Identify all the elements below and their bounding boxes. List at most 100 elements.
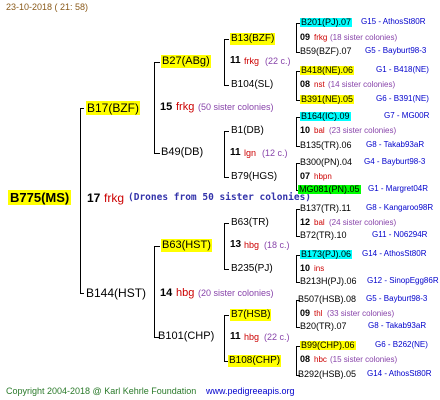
connector-gen4: [296, 163, 297, 190]
gen3-id[interactable]: B1(DB): [231, 126, 264, 136]
gen1-breed: hbg: [176, 287, 195, 299]
gen2-id[interactable]: B101(CHP): [158, 331, 214, 342]
gen3-id[interactable]: B235(PJ): [231, 264, 273, 274]
connector-gen4: [296, 255, 297, 282]
connector-gen3: [224, 131, 225, 178]
gen2-breed: lgn: [244, 148, 257, 158]
gen4-pair-num: 08: [300, 354, 311, 364]
gen2-id[interactable]: B63(HST): [161, 239, 212, 252]
connector-gen2: [154, 62, 155, 154]
gen4-id[interactable]: B507(HSB).08: [298, 295, 356, 304]
gen4-ref[interactable]: G5 - Bayburt98-3: [366, 295, 427, 303]
gen2-id[interactable]: B27(ABg): [161, 55, 211, 68]
gen4-ref[interactable]: G6 - B391(NE): [376, 95, 429, 103]
gen4-pair-breed: nst: [314, 80, 325, 89]
gen3-id[interactable]: B108(CHP): [228, 355, 282, 367]
connector-gen3: [224, 315, 229, 316]
connector-gen4: [296, 346, 297, 375]
gen4-id[interactable]: B213H(PJ).06: [300, 277, 357, 286]
gen4-id[interactable]: B164(IC).09: [300, 112, 351, 121]
gen4-pair-num: 07: [300, 171, 311, 181]
gen4-ref[interactable]: G8 - Takab93aR: [366, 141, 424, 149]
root-breed: frkg: [104, 191, 125, 205]
connector-gen1: [80, 108, 81, 294]
pedigree-diagram: 23-10-2018 ( 21: 58) Copyright 2004-2018…: [0, 0, 440, 400]
gen3-id[interactable]: B63(TR): [231, 218, 269, 228]
gen4-id[interactable]: B173(PJ).06: [300, 250, 353, 259]
gen4-pair-breed: hbc: [314, 355, 327, 364]
gen4-id[interactable]: B292(HSB).05: [298, 370, 356, 379]
connector-gen4: [296, 71, 297, 100]
gen4-ref[interactable]: G14 - AthosSt80R: [367, 370, 431, 378]
gen4-pair-note: (14 sister colonies): [328, 80, 396, 89]
gen4-ref[interactable]: G12 - SinopEgg86R: [367, 277, 439, 285]
site-link[interactable]: www.pedigreeapis.org: [206, 387, 295, 396]
gen4-pair-num: 09: [300, 308, 311, 318]
gen4-id[interactable]: B72(TR).10: [300, 231, 347, 240]
connector-gen3: [224, 177, 229, 178]
gen4-ref[interactable]: G1 - Margret04R: [368, 185, 428, 193]
connector-gen1: [80, 108, 84, 109]
gen4-id[interactable]: B391(NE).05: [300, 95, 355, 104]
connector-gen3: [224, 39, 229, 40]
report-date: 23-10-2018 ( 21: 58): [6, 2, 89, 12]
gen3-id[interactable]: B13(BZF): [230, 33, 276, 45]
connector-gen3: [224, 269, 229, 270]
gen2-note: (22 c.): [264, 332, 290, 342]
gen4-pair-num: 10: [300, 263, 311, 273]
gen4-id[interactable]: B137(TR).11: [300, 204, 351, 213]
gen4-id[interactable]: B201(PJ).07: [300, 18, 353, 27]
gen2-num: 11: [230, 331, 241, 342]
gen4-pair-note: (24 sister colonies): [329, 218, 397, 227]
gen4-id[interactable]: B20(TR).07: [300, 322, 347, 331]
gen4-ref[interactable]: G1 - B418(NE): [376, 66, 429, 74]
gen4-id[interactable]: B300(PN).04: [300, 158, 352, 167]
gen4-pair-note: (15 sister colonies): [330, 355, 398, 364]
gen4-pair-num: 10: [300, 125, 311, 135]
gen2-note: (18 c.): [264, 240, 290, 250]
gen4-pair-breed: thl: [314, 309, 323, 318]
connector-gen4: [296, 23, 297, 52]
gen4-pair-breed: bal: [314, 218, 325, 227]
gen4-ref[interactable]: G14 - AthosSt80R: [362, 250, 426, 258]
gen4-id[interactable]: B418(NE).06: [300, 66, 355, 75]
gen4-ref[interactable]: G6 - B262(NE): [375, 341, 428, 349]
gen4-id[interactable]: B99(CHP).06: [300, 341, 356, 350]
root-queen-id[interactable]: B775(MS): [8, 190, 72, 205]
gen2-num: 11: [230, 147, 241, 158]
connector-gen4: [296, 300, 297, 327]
gen3-id[interactable]: B104(SL): [231, 80, 273, 90]
gen4-ref[interactable]: G11 - N06294R: [372, 231, 427, 239]
gen1-note: (50 sister colonies): [198, 102, 274, 112]
gen4-id[interactable]: B135(TR).06: [300, 141, 352, 150]
connector-gen2: [154, 246, 155, 338]
gen4-ref[interactable]: G8 - Takab93aR: [368, 322, 426, 330]
gen4-pair-breed: hbpn: [314, 172, 332, 181]
connector-gen4: [296, 117, 297, 146]
gen2-id[interactable]: B49(DB): [161, 147, 203, 158]
gen1-breed: frkg: [176, 101, 195, 113]
root-note: (Drones from 50 sister colonies): [128, 192, 312, 203]
gen4-ref[interactable]: G4 - Bayburt98-3: [364, 158, 425, 166]
gen2-note: (22 c.): [265, 56, 291, 66]
gen4-ref[interactable]: G15 - AthosSt80R: [361, 18, 425, 26]
gen1-num: 15: [160, 101, 173, 113]
gen3-id[interactable]: B79(HGS): [231, 172, 277, 182]
connector-gen4: [296, 209, 297, 236]
gen4-pair-breed: ins: [314, 264, 325, 273]
gen4-id[interactable]: B59(BZF).07: [300, 47, 352, 56]
gen4-pair-num: 08: [300, 79, 311, 89]
gen4-id[interactable]: MG081(PN).05: [298, 185, 361, 194]
gen4-pair-note: (33 sister colonies): [327, 309, 395, 318]
gen4-ref[interactable]: G5 - Bayburt98-3: [365, 47, 426, 55]
gen3-id[interactable]: B7(HSB): [230, 309, 272, 321]
gen4-ref[interactable]: G7 - MG00R: [384, 112, 429, 120]
gen4-pair-breed: frkg: [314, 33, 328, 42]
gen1-id[interactable]: B144(HST): [86, 287, 146, 299]
connector-gen3: [224, 223, 229, 224]
gen4-ref[interactable]: G8 - Kangaroo98R: [366, 204, 433, 212]
gen4-pair-num: 09: [300, 32, 311, 42]
connector-gen2: [154, 62, 160, 63]
gen1-num: 14: [160, 287, 173, 299]
gen1-id[interactable]: B17(BZF): [86, 101, 141, 115]
